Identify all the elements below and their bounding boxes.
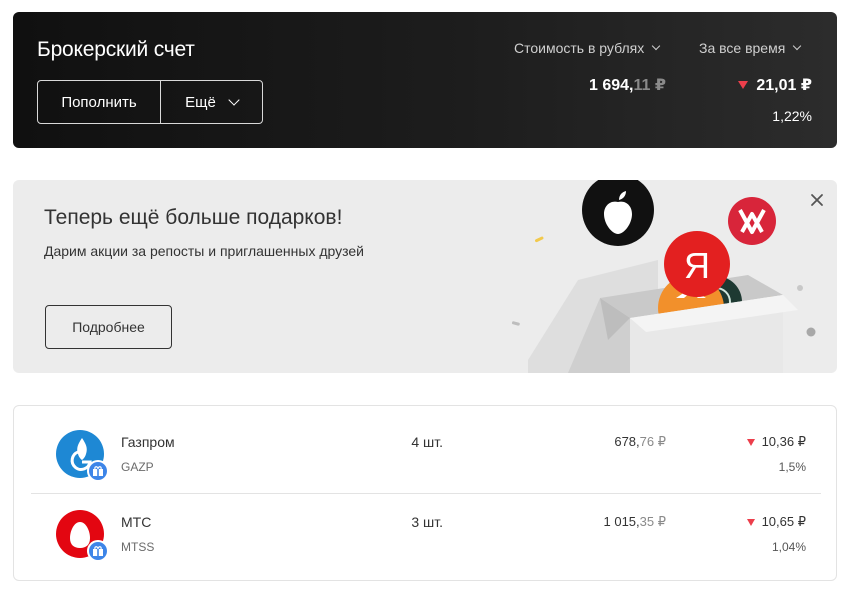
asset-change-abs: 10,36 ₽ (761, 434, 806, 449)
more-button[interactable]: Ещё (161, 81, 262, 123)
promo-title: Теперь ещё больше подарков! (44, 206, 343, 229)
topup-button[interactable]: Пополнить (38, 81, 161, 123)
asset-value: 1 015,35 ₽ (604, 514, 667, 530)
account-actions: Пополнить Ещё (37, 80, 263, 124)
chevron-down-icon (793, 41, 802, 51)
total-value: 1 694,11 ₽ (589, 75, 666, 95)
portfolio-list: Газпром GAZP 4 шт. 678,76 ₽ 10,36 ₽ 1,5%… (13, 405, 837, 581)
total-change-pct: 1,22% (772, 108, 812, 124)
total-value-frac: 11 ₽ (633, 77, 666, 94)
down-triangle-icon (746, 438, 755, 446)
down-triangle-icon (746, 518, 755, 526)
asset-value-frac: 35 ₽ (639, 514, 666, 529)
asset-value: 678,76 ₽ (614, 434, 666, 450)
gift-icon (87, 460, 109, 482)
promo-subtitle: Дарим акции за репосты и приглашенных др… (44, 243, 364, 259)
asset-ticker: GAZP (121, 460, 154, 474)
total-value-int: 1 694, (589, 77, 634, 94)
currency-selector-label: Стоимость в рублях (514, 40, 645, 56)
asset-value-int: 678, (614, 434, 640, 449)
down-triangle-icon (738, 81, 749, 89)
total-change-abs: 21,01 ₽ (756, 77, 812, 94)
asset-change: 10,65 ₽ (746, 514, 806, 530)
asset-change-pct: 1,04% (771, 540, 806, 554)
period-selector-label: За все время (699, 40, 786, 56)
asset-value-frac: 76 ₽ (639, 434, 666, 449)
total-change: 21,01 ₽ (738, 75, 812, 95)
asset-ticker: MTSS (121, 540, 155, 554)
list-item[interactable]: Газпром GAZP 4 шт. 678,76 ₽ 10,36 ₽ 1,5% (31, 414, 821, 494)
asset-quantity: 4 шт. (411, 434, 443, 450)
asset-change: 10,36 ₽ (746, 434, 806, 450)
currency-selector[interactable]: Стоимость в рублях (514, 40, 661, 56)
asset-change-abs: 10,65 ₽ (761, 514, 806, 529)
promo-details-button[interactable]: Подробнее (45, 305, 172, 349)
promo-banner: Теперь ещё больше подарков! Дарим акции … (13, 180, 837, 373)
gift-icon (87, 540, 109, 562)
chevron-down-icon (651, 41, 661, 51)
list-item[interactable]: МТС MTSS 3 шт. 1 015,35 ₽ 10,65 ₽ 1,04% (31, 494, 821, 574)
asset-quantity: 3 шт. (411, 514, 443, 530)
gift-box-illustration: Я (511, 180, 816, 373)
more-label: Ещё (185, 93, 216, 111)
asset-name: МТС (121, 514, 152, 530)
asset-change-pct: 1,5% (778, 460, 806, 474)
close-icon[interactable] (809, 192, 825, 208)
svg-text:Я: Я (684, 245, 710, 286)
asset-value-int: 1 015, (603, 514, 640, 529)
chevron-down-icon (228, 94, 240, 106)
account-header: Брокерский счет Пополнить Ещё Стоимость … (13, 12, 837, 148)
asset-name: Газпром (121, 434, 175, 450)
period-selector[interactable]: За все время (699, 40, 802, 56)
account-title: Брокерский счет (37, 38, 195, 61)
